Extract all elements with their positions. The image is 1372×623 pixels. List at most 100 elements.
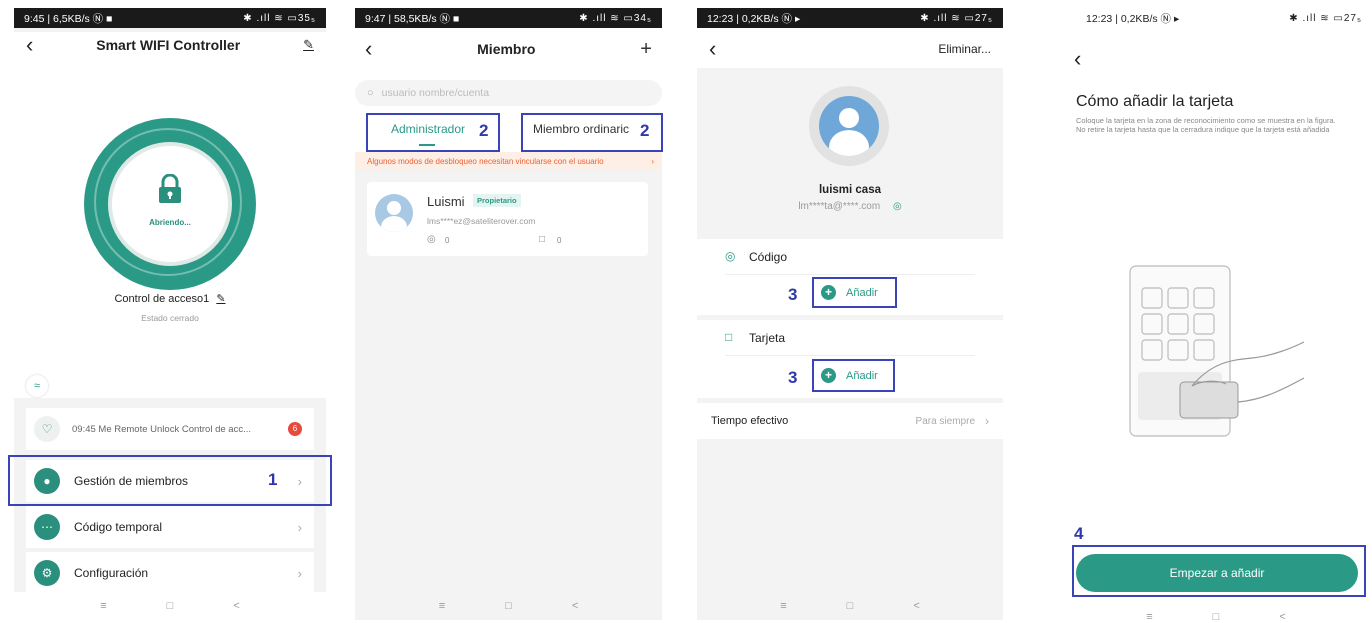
system-nav-bar: ≡ □ < [355, 592, 662, 620]
notification-text: 09:45 Me Remote Unlock Control de acc... [72, 423, 252, 435]
screen-add-card: 12:23 | 0,2KB/s Ⓝ ▸ ✱ .ıll ≋ ▭27₅ ‹ Cómo… [1060, 8, 1372, 623]
warning-banner[interactable]: Algunos modos de desbloqueo necesitan vi… [355, 152, 662, 170]
annotation-box-members [8, 455, 332, 506]
step-number: 2 [640, 121, 650, 140]
lock-status: Abriendo... [149, 218, 191, 227]
step-number: 3 [788, 368, 798, 387]
recents-button[interactable]: ≡ [100, 600, 106, 612]
row-label: Tiempo efectivo [711, 415, 789, 427]
recents-button[interactable]: ≡ [439, 600, 445, 612]
back-icon[interactable]: ‹ [26, 34, 33, 56]
system-nav-bar: ≡ □ < [697, 592, 1003, 620]
system-back-button[interactable]: < [572, 600, 578, 612]
avatar [375, 194, 413, 232]
unlock-button[interactable]: Abriendo... [108, 142, 232, 266]
status-icons: ✱ .ıll ≋ ▭34₅ [579, 12, 652, 24]
chevron-right-icon: › [297, 519, 302, 535]
eye-icon[interactable]: ◎ [893, 201, 902, 212]
user-email-row: lm****ta@****.com ◎ [697, 201, 1003, 212]
back-icon[interactable]: ‹ [1074, 48, 1081, 70]
recents-button[interactable]: ≡ [780, 600, 786, 612]
step-number: 4 [1074, 524, 1084, 543]
avatar [809, 86, 889, 166]
page-title: Cómo añadir la tarjeta [1076, 93, 1234, 110]
card-count: 0 [557, 236, 562, 245]
chevron-right-icon: › [297, 565, 302, 581]
owner-badge: Propietario [473, 194, 521, 207]
screen-member-detail: 12:23 | 0,2KB/s Ⓝ ▸ ✱ .ıll ≋ ▭27₅ ‹ Elim… [697, 8, 1003, 620]
code-count: 0 [445, 236, 450, 245]
status-bar: 9:45 | 6,5KB/s Ⓝ ■ ✱ .ıll ≋ ▭35₅ [14, 8, 326, 28]
card-count-icon: □ [539, 234, 546, 245]
status-time: 12:23 | 0,2KB/s Ⓝ ▸ [1086, 12, 1180, 25]
page-title: Miembro [477, 41, 536, 57]
status-icons: ✱ .ıll ≋ ▭27₅ [1289, 12, 1362, 24]
system-back-button[interactable]: < [1279, 611, 1285, 623]
device-name-row: Control de acceso1 ✎ [14, 292, 326, 305]
menu-item-temp-code[interactable]: ⋯ Código temporal › [26, 506, 314, 548]
top-nav: ‹ Miembro + [355, 36, 662, 62]
home-button[interactable]: □ [1213, 611, 1220, 623]
code-count-icon: ◎ [427, 234, 436, 245]
page-title: Smart WIFI Controller [96, 37, 241, 53]
status-bar: 9:47 | 58,5KB/s Ⓝ ■ ✱ .ıll ≋ ▭34₅ [355, 8, 662, 28]
status-time: 9:47 | 58,5KB/s Ⓝ ■ [365, 12, 460, 25]
gear-icon: ⚙ [34, 560, 60, 586]
status-bar: 12:23 | 0,2KB/s Ⓝ ▸ ✱ .ıll ≋ ▭27₅ [1060, 8, 1372, 28]
status-time: 9:45 | 6,5KB/s Ⓝ ■ [24, 12, 113, 25]
menu-label: Configuración [74, 566, 149, 580]
back-icon[interactable]: ‹ [365, 38, 372, 60]
divider [725, 355, 975, 356]
member-card[interactable]: Luismi Propietario lms****ez@sateliterov… [367, 182, 648, 256]
card-icon: □ [725, 330, 733, 344]
delete-button[interactable]: Eliminar... [938, 42, 991, 56]
screen-device-home: 9:45 | 6,5KB/s Ⓝ ■ ✱ .ıll ≋ ▭35₅ ‹ Smart… [14, 8, 326, 620]
step-number: 2 [479, 121, 489, 140]
back-icon[interactable]: ‹ [709, 38, 716, 60]
bell-icon: ♡ [34, 416, 60, 442]
search-input[interactable]: ○ usuario nombre/cuenta [355, 80, 662, 106]
recents-button[interactable]: ≡ [1146, 611, 1152, 623]
wifi-icon: ≈ [26, 375, 48, 397]
section-title: Tarjeta [749, 331, 786, 345]
warning-text: Algunos modos de desbloqueo necesitan vi… [367, 156, 604, 166]
lock-icon [157, 173, 183, 204]
search-placeholder: usuario nombre/cuenta [381, 87, 490, 99]
instruction-text: Coloque la tarjeta en la zona de reconoc… [1076, 116, 1336, 134]
unlock-dial[interactable]: Abriendo... [84, 118, 256, 290]
system-back-button[interactable]: < [233, 600, 239, 612]
status-bar: 12:23 | 0,2KB/s Ⓝ ▸ ✱ .ıll ≋ ▭27₅ [697, 8, 1003, 28]
member-name: Luismi [427, 194, 465, 209]
annotation-box-add-code [812, 277, 897, 308]
divider [725, 274, 975, 275]
edit-name-icon[interactable]: ✎ [216, 293, 225, 305]
screen-members: 9:47 | 58,5KB/s Ⓝ ■ ✱ .ıll ≋ ▭34₅ ‹ Miem… [355, 8, 662, 620]
user-email: lm****ta@****.com [798, 201, 881, 212]
section-title: Código [749, 250, 788, 264]
status-time: 12:23 | 0,2KB/s Ⓝ ▸ [707, 12, 801, 25]
device-name: Control de acceso1 [114, 293, 210, 305]
home-button[interactable]: □ [167, 600, 174, 612]
menu-item-settings[interactable]: ⚙ Configuración › [26, 552, 314, 594]
card-reader-illustration [1122, 262, 1312, 442]
status-icons: ✱ .ıll ≋ ▭27₅ [920, 12, 993, 24]
effective-time-row[interactable]: Tiempo efectivo Para siempre › [697, 403, 1003, 439]
system-nav-bar: ≡ □ < [14, 592, 326, 620]
device-state: Estado cerrado [141, 313, 199, 323]
annotation-box-start-button [1072, 545, 1366, 597]
home-button[interactable]: □ [505, 600, 512, 612]
top-nav: ‹ Smart WIFI Controller ✎ [14, 32, 326, 58]
member-email: lms****ez@sateliterover.com [427, 216, 536, 226]
step-number: 1 [268, 470, 278, 489]
chevron-right-icon: › [651, 156, 654, 166]
system-nav-bar: ≡ □ < [1060, 603, 1372, 623]
system-back-button[interactable]: < [913, 600, 919, 612]
notification-badge: 6 [288, 422, 302, 436]
annotation-box-add-card [812, 359, 895, 392]
step-number: 3 [788, 285, 798, 304]
add-member-icon[interactable]: + [640, 38, 652, 61]
chevron-right-icon: › [985, 414, 989, 428]
home-button[interactable]: □ [847, 600, 854, 612]
edit-icon[interactable]: ✎ [303, 37, 314, 53]
notification-card[interactable]: ♡ 09:45 Me Remote Unlock Control de acc.… [26, 408, 314, 450]
